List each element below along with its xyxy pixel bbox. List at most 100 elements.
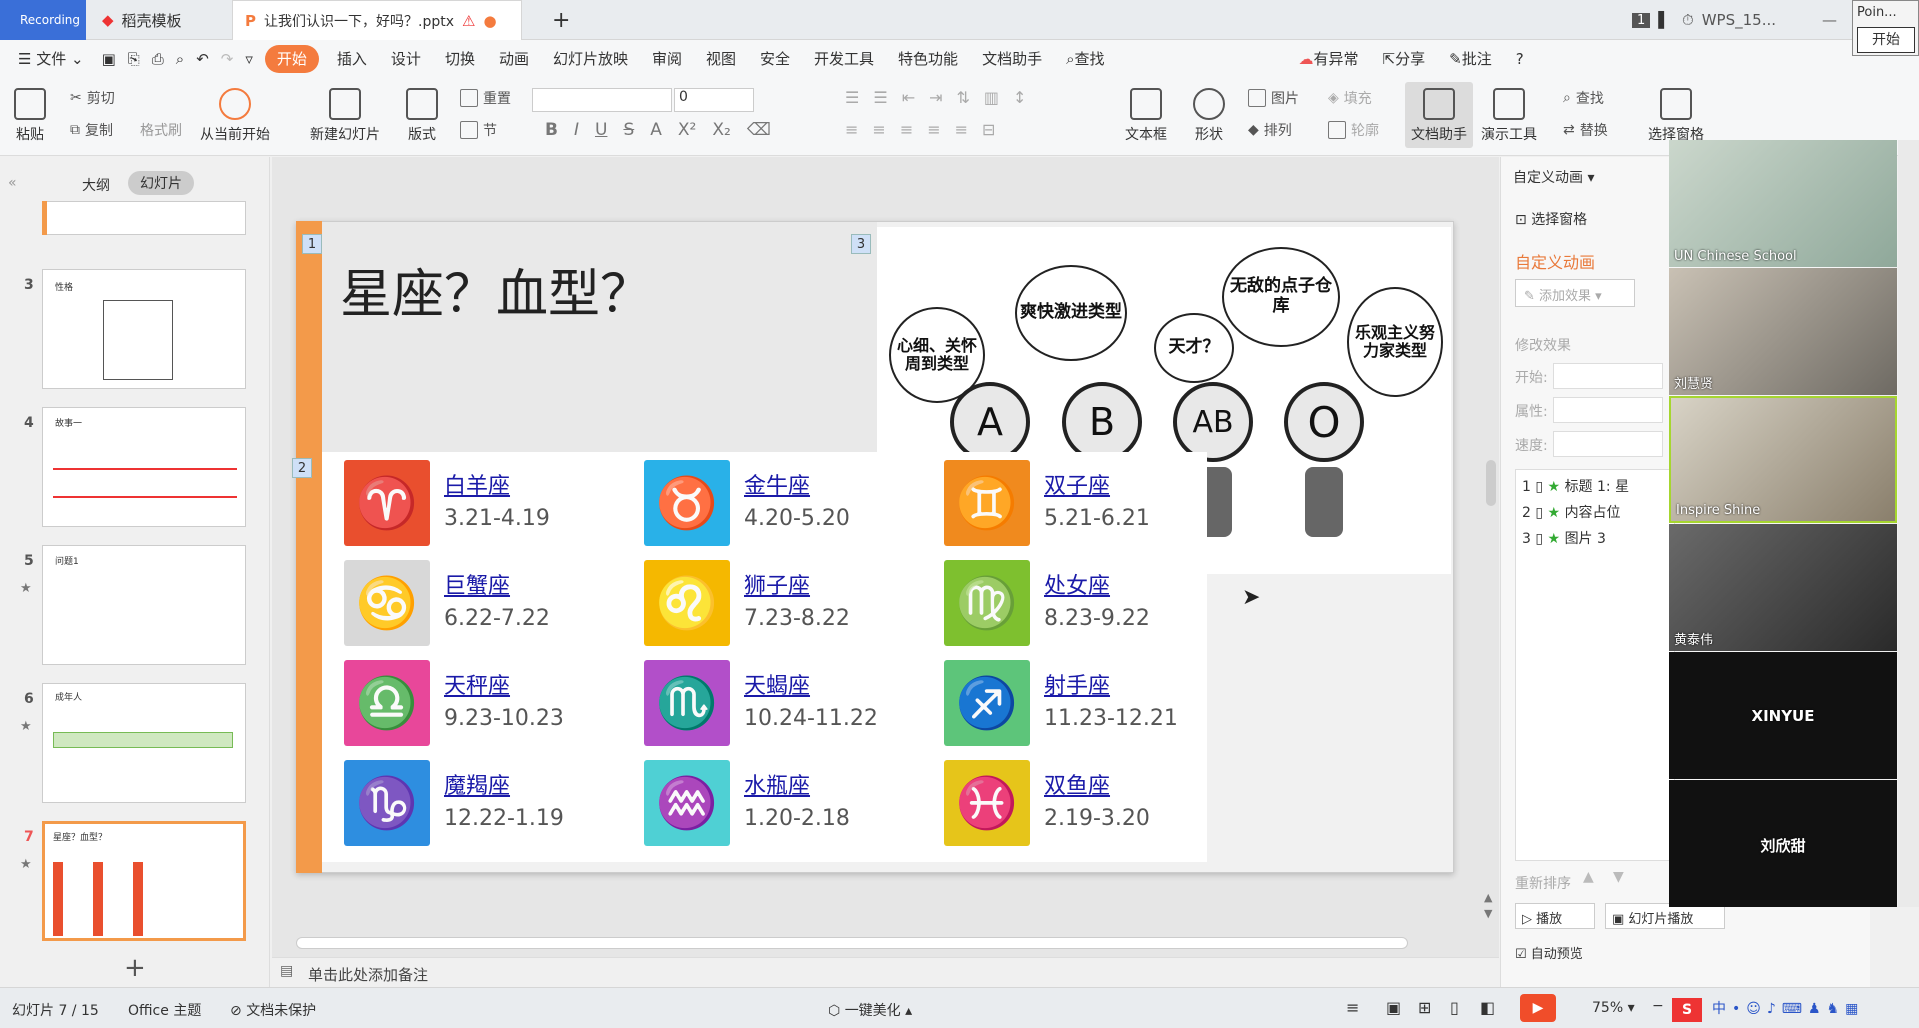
- indent-decrease-icon[interactable]: ⇤: [902, 88, 915, 107]
- paste-button[interactable]: 粘贴: [14, 88, 46, 144]
- wps-title-tab[interactable]: ⏱ WPS_15...: [1670, 0, 1788, 40]
- arrange-button[interactable]: ◆ 排列: [1248, 120, 1292, 140]
- theme-name[interactable]: Office 主题: [128, 1000, 201, 1020]
- bold-icon[interactable]: B: [545, 120, 558, 140]
- find-button[interactable]: ⌕ 查找: [1563, 88, 1604, 108]
- print-icon[interactable]: ⎙: [146, 40, 170, 78]
- play-button[interactable]: ▷ 播放: [1515, 903, 1595, 929]
- video-tile[interactable]: 刘慧贤: [1669, 268, 1897, 395]
- zodiac-name-link[interactable]: 天蝎座: [744, 668, 810, 700]
- indent-increase-icon[interactable]: ⇥: [929, 88, 942, 107]
- menu-doc-assistant[interactable]: 文档助手: [970, 40, 1054, 78]
- superscript-icon[interactable]: X²: [678, 120, 696, 140]
- ime-logo-icon[interactable]: S: [1672, 998, 1702, 1022]
- menu-design[interactable]: 设计: [379, 40, 433, 78]
- export-icon[interactable]: ⎘: [122, 40, 146, 78]
- eraser-icon[interactable]: ⌫: [747, 120, 771, 140]
- copy-button[interactable]: ⧉ 复制: [70, 120, 113, 140]
- zodiac-name-link[interactable]: 金牛座: [744, 468, 810, 500]
- start-select[interactable]: [1553, 363, 1663, 389]
- doc-assistant-button[interactable]: 文档助手: [1405, 82, 1473, 148]
- video-tile[interactable]: 黄泰伟: [1669, 524, 1897, 651]
- tab-recording[interactable]: Recording: [0, 0, 86, 40]
- collapse-panel-icon[interactable]: «: [8, 175, 17, 191]
- tab-document[interactable]: P 让我们认识一下，好吗？.pptx ⚠ ●: [232, 0, 522, 40]
- animation-item[interactable]: 2 ▯ ★ 内容占位: [1522, 502, 1621, 522]
- section-button[interactable]: 节: [460, 120, 497, 140]
- autopreview-checkbox[interactable]: ☑ 自动预览: [1515, 943, 1583, 962]
- anim-marker-1[interactable]: 1: [302, 234, 322, 254]
- new-tab-button[interactable]: +: [540, 0, 582, 40]
- help-button[interactable]: ?: [1504, 40, 1536, 78]
- sorter-view-icon[interactable]: ⊞: [1418, 998, 1431, 1017]
- line-spacing-icon[interactable]: ↕: [1013, 88, 1026, 107]
- tab-slides[interactable]: 幻灯片: [128, 171, 194, 195]
- justify-icon[interactable]: ≡: [927, 120, 940, 139]
- subscript-icon[interactable]: X₂: [712, 120, 730, 140]
- undo-icon[interactable]: ↶: [190, 40, 215, 78]
- ime-toolbar-icons[interactable]: 中•☺♪⌨♟♞▦: [1712, 998, 1864, 1018]
- menu-insert[interactable]: 插入: [325, 40, 379, 78]
- distribute-icon[interactable]: ≡: [955, 120, 968, 139]
- notes-toggle-icon[interactable]: ≡: [1346, 998, 1359, 1017]
- outline-button[interactable]: 轮廓: [1328, 120, 1379, 140]
- beautify-button[interactable]: ⬡ 一键美化 ▴: [828, 1000, 912, 1020]
- title-placeholder[interactable]: 星座？血型？: [322, 222, 877, 452]
- underline-icon[interactable]: U: [595, 120, 607, 140]
- video-tile-no-camera[interactable]: 刘欣甜: [1669, 780, 1897, 907]
- slide-thumb-6[interactable]: 成年人: [42, 683, 246, 803]
- align-right-icon[interactable]: ≡: [900, 120, 913, 139]
- font-family-select[interactable]: [532, 88, 672, 112]
- zodiac-name-link[interactable]: 白羊座: [444, 468, 510, 500]
- zoom-level[interactable]: 75% ▾: [1592, 1000, 1635, 1016]
- move-down-icon[interactable]: ▼: [1613, 869, 1624, 885]
- select-pane-link[interactable]: ⊡ 选择窗格: [1515, 209, 1587, 229]
- strikethrough-icon[interactable]: S: [623, 120, 634, 140]
- select-pane-button[interactable]: 选择窗格: [1648, 88, 1704, 144]
- play-slideshow-button[interactable]: ▶: [1520, 994, 1556, 1022]
- zodiac-name-link[interactable]: 巨蟹座: [444, 568, 510, 600]
- save-icon[interactable]: ▣: [96, 40, 122, 78]
- zodiac-name-link[interactable]: 天秤座: [444, 668, 510, 700]
- anim-marker-3[interactable]: 3: [851, 234, 871, 254]
- font-size-select[interactable]: 0: [674, 88, 754, 112]
- redo-icon[interactable]: ↷: [215, 40, 240, 78]
- annotate-button[interactable]: ✎批注: [1437, 40, 1504, 78]
- zodiac-name-link[interactable]: 双子座: [1044, 468, 1110, 500]
- menu-developer[interactable]: 开发工具: [802, 40, 886, 78]
- video-tile-active-speaker[interactable]: Inspire Shine: [1669, 396, 1897, 523]
- video-tile[interactable]: UN Chinese School: [1669, 140, 1897, 267]
- menu-file[interactable]: ☰ 文件 ⌄: [0, 40, 96, 78]
- menu-special[interactable]: 特色功能: [886, 40, 970, 78]
- add-slide-button[interactable]: +: [124, 953, 146, 983]
- from-current-button[interactable]: 从当前开始: [200, 88, 270, 144]
- speed-select[interactable]: [1553, 431, 1663, 457]
- italic-icon[interactable]: I: [574, 120, 579, 140]
- share-button[interactable]: ⇱分享: [1371, 40, 1438, 78]
- slide-thumb-5[interactable]: 问题1: [42, 545, 246, 665]
- tab-template[interactable]: ◆ 稻壳模板: [90, 0, 230, 40]
- slide-thumb-3[interactable]: 性格: [42, 269, 246, 389]
- zoom-out-icon[interactable]: −: [1652, 998, 1664, 1014]
- slide-thumb-7-selected[interactable]: 星座？血型？: [42, 821, 246, 941]
- align-left-icon[interactable]: ≡: [845, 120, 858, 139]
- shape-button[interactable]: 形状: [1193, 88, 1225, 144]
- anim-marker-2[interactable]: 2: [292, 458, 312, 478]
- vertical-scrollbar[interactable]: [1486, 460, 1496, 506]
- presenter-view-icon[interactable]: ◧: [1480, 998, 1495, 1017]
- animation-item[interactable]: 1 ▯ ★ 标题 1: 星: [1522, 476, 1629, 496]
- panel-header[interactable]: 自定义动画 ▾: [1513, 167, 1594, 187]
- fill-button[interactable]: ◈ 填充: [1328, 88, 1372, 108]
- cut-button[interactable]: ✂ 剪切: [70, 88, 115, 108]
- zodiac-name-link[interactable]: 处女座: [1044, 568, 1110, 600]
- new-slide-button[interactable]: 新建幻灯片: [310, 88, 380, 144]
- page-nav-arrows[interactable]: ▲ ▼: [1484, 890, 1492, 922]
- menu-security[interactable]: 安全: [748, 40, 802, 78]
- notes-bar[interactable]: ▤ 单击此处添加备注: [272, 957, 1499, 987]
- slide-thumb-2[interactable]: [42, 201, 246, 235]
- replace-button[interactable]: ⇄ 替换: [1563, 120, 1608, 140]
- zodiac-name-link[interactable]: 双鱼座: [1044, 768, 1110, 800]
- menu-animation[interactable]: 动画: [487, 40, 541, 78]
- start-button[interactable]: 开始: [1857, 27, 1915, 53]
- animation-item[interactable]: 3 ▯ ★ 图片 3: [1522, 528, 1606, 548]
